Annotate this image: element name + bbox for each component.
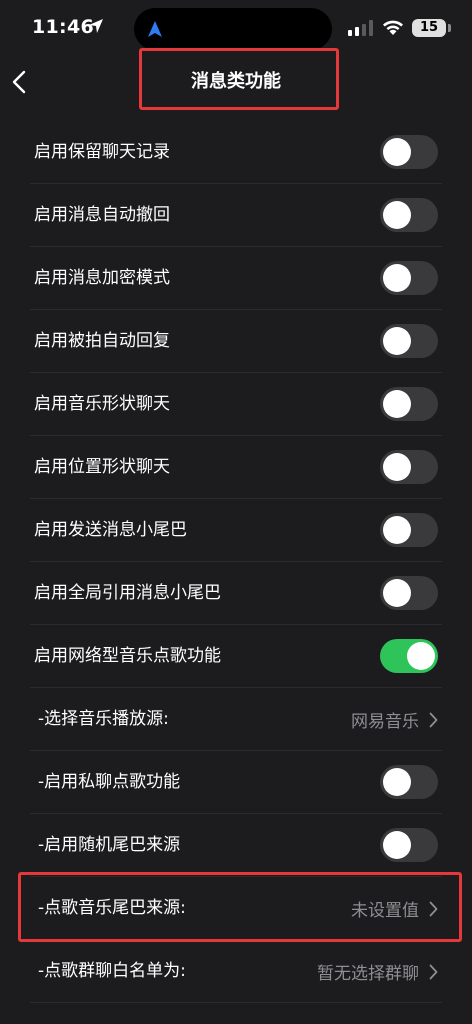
setting-label: -启用私聊点歌功能 xyxy=(38,772,181,792)
setting-label: 启用消息自动撤回 xyxy=(34,205,170,225)
select-value-group[interactable]: 暂无选择群聊 xyxy=(317,940,438,1003)
toggle-knob xyxy=(383,201,411,229)
toggle-switch-off[interactable] xyxy=(380,135,438,169)
toggle-knob xyxy=(407,642,435,670)
setting-row: 启用网络型音乐点歌功能 xyxy=(30,625,442,688)
setting-label: 启用发送消息小尾巴 xyxy=(34,520,187,540)
setting-row[interactable]: -点歌群聊白名单为: 暂无选择群聊 xyxy=(30,940,442,1003)
setting-row: 启用全局引用消息小尾巴 xyxy=(30,562,442,625)
setting-label: 启用被拍自动回复 xyxy=(34,331,170,351)
toggle-switch-off[interactable] xyxy=(380,450,438,484)
setting-label: -点歌群聊白名单为: xyxy=(38,961,186,981)
toggle-switch-off[interactable] xyxy=(380,261,438,295)
toggle-switch-on[interactable] xyxy=(380,639,438,673)
setting-row: 启用位置形状聊天 xyxy=(30,436,442,499)
setting-label: 启用音乐形状聊天 xyxy=(34,394,170,414)
toggle-switch-off[interactable] xyxy=(380,576,438,610)
toggle-knob xyxy=(383,516,411,544)
setting-row[interactable]: -选择音乐播放源: 网易音乐 xyxy=(30,688,442,751)
cellular-signal-icon xyxy=(348,20,373,36)
setting-label: 启用全局引用消息小尾巴 xyxy=(34,583,221,603)
back-chevron-icon[interactable] xyxy=(8,66,32,98)
setting-label: 启用位置形状聊天 xyxy=(34,457,170,477)
toggle-switch-off[interactable] xyxy=(380,387,438,421)
settings-list: 启用保留聊天记录 启用消息自动撤回 启用消息加密模式 启用被拍自动回复 启用音乐形状聊天… xyxy=(0,121,472,1003)
setting-row: 启用发送消息小尾巴 xyxy=(30,499,442,562)
title-highlight-box xyxy=(139,48,339,110)
setting-row: 启用被拍自动回复 xyxy=(30,310,442,373)
setting-row: -启用随机尾巴来源 xyxy=(30,814,442,877)
toggle-knob xyxy=(383,264,411,292)
toggle-knob xyxy=(383,327,411,355)
row-highlight-box xyxy=(18,872,462,942)
toggle-knob xyxy=(383,453,411,481)
setting-row: 启用音乐形状聊天 xyxy=(30,373,442,436)
navigation-arrow-icon xyxy=(148,21,162,37)
location-arrow-icon xyxy=(89,19,103,33)
toggle-knob xyxy=(383,138,411,166)
dynamic-island xyxy=(134,8,332,50)
setting-row: 启用消息加密模式 xyxy=(30,247,442,310)
toggle-knob xyxy=(383,390,411,418)
toggle-switch-off[interactable] xyxy=(380,513,438,547)
setting-label: 启用网络型音乐点歌功能 xyxy=(34,646,221,666)
wifi-icon xyxy=(383,20,403,35)
setting-row: -启用私聊点歌功能 xyxy=(30,751,442,814)
toggle-switch-off[interactable] xyxy=(380,324,438,358)
battery-indicator: 15 xyxy=(412,19,446,37)
setting-label: 启用保留聊天记录 xyxy=(34,142,170,162)
status-time: 11:46 xyxy=(32,16,94,38)
chevron-right-icon xyxy=(429,712,438,727)
setting-value: 网易音乐 xyxy=(351,712,419,732)
toggle-switch-off[interactable] xyxy=(380,828,438,862)
toggle-knob xyxy=(383,579,411,607)
battery-cap xyxy=(448,24,451,32)
setting-value: 暂无选择群聊 xyxy=(317,964,419,984)
select-value-group[interactable]: 网易音乐 xyxy=(351,688,438,751)
setting-row: 启用保留聊天记录 xyxy=(30,121,442,184)
setting-label: -启用随机尾巴来源 xyxy=(38,835,181,855)
toggle-knob xyxy=(383,831,411,859)
setting-label: -选择音乐播放源: xyxy=(38,709,169,729)
toggle-switch-off[interactable] xyxy=(380,198,438,232)
setting-row: 启用消息自动撤回 xyxy=(30,184,442,247)
toggle-knob xyxy=(383,768,411,796)
toggle-switch-off[interactable] xyxy=(380,765,438,799)
chevron-right-icon xyxy=(429,964,438,979)
setting-label: 启用消息加密模式 xyxy=(34,268,170,288)
